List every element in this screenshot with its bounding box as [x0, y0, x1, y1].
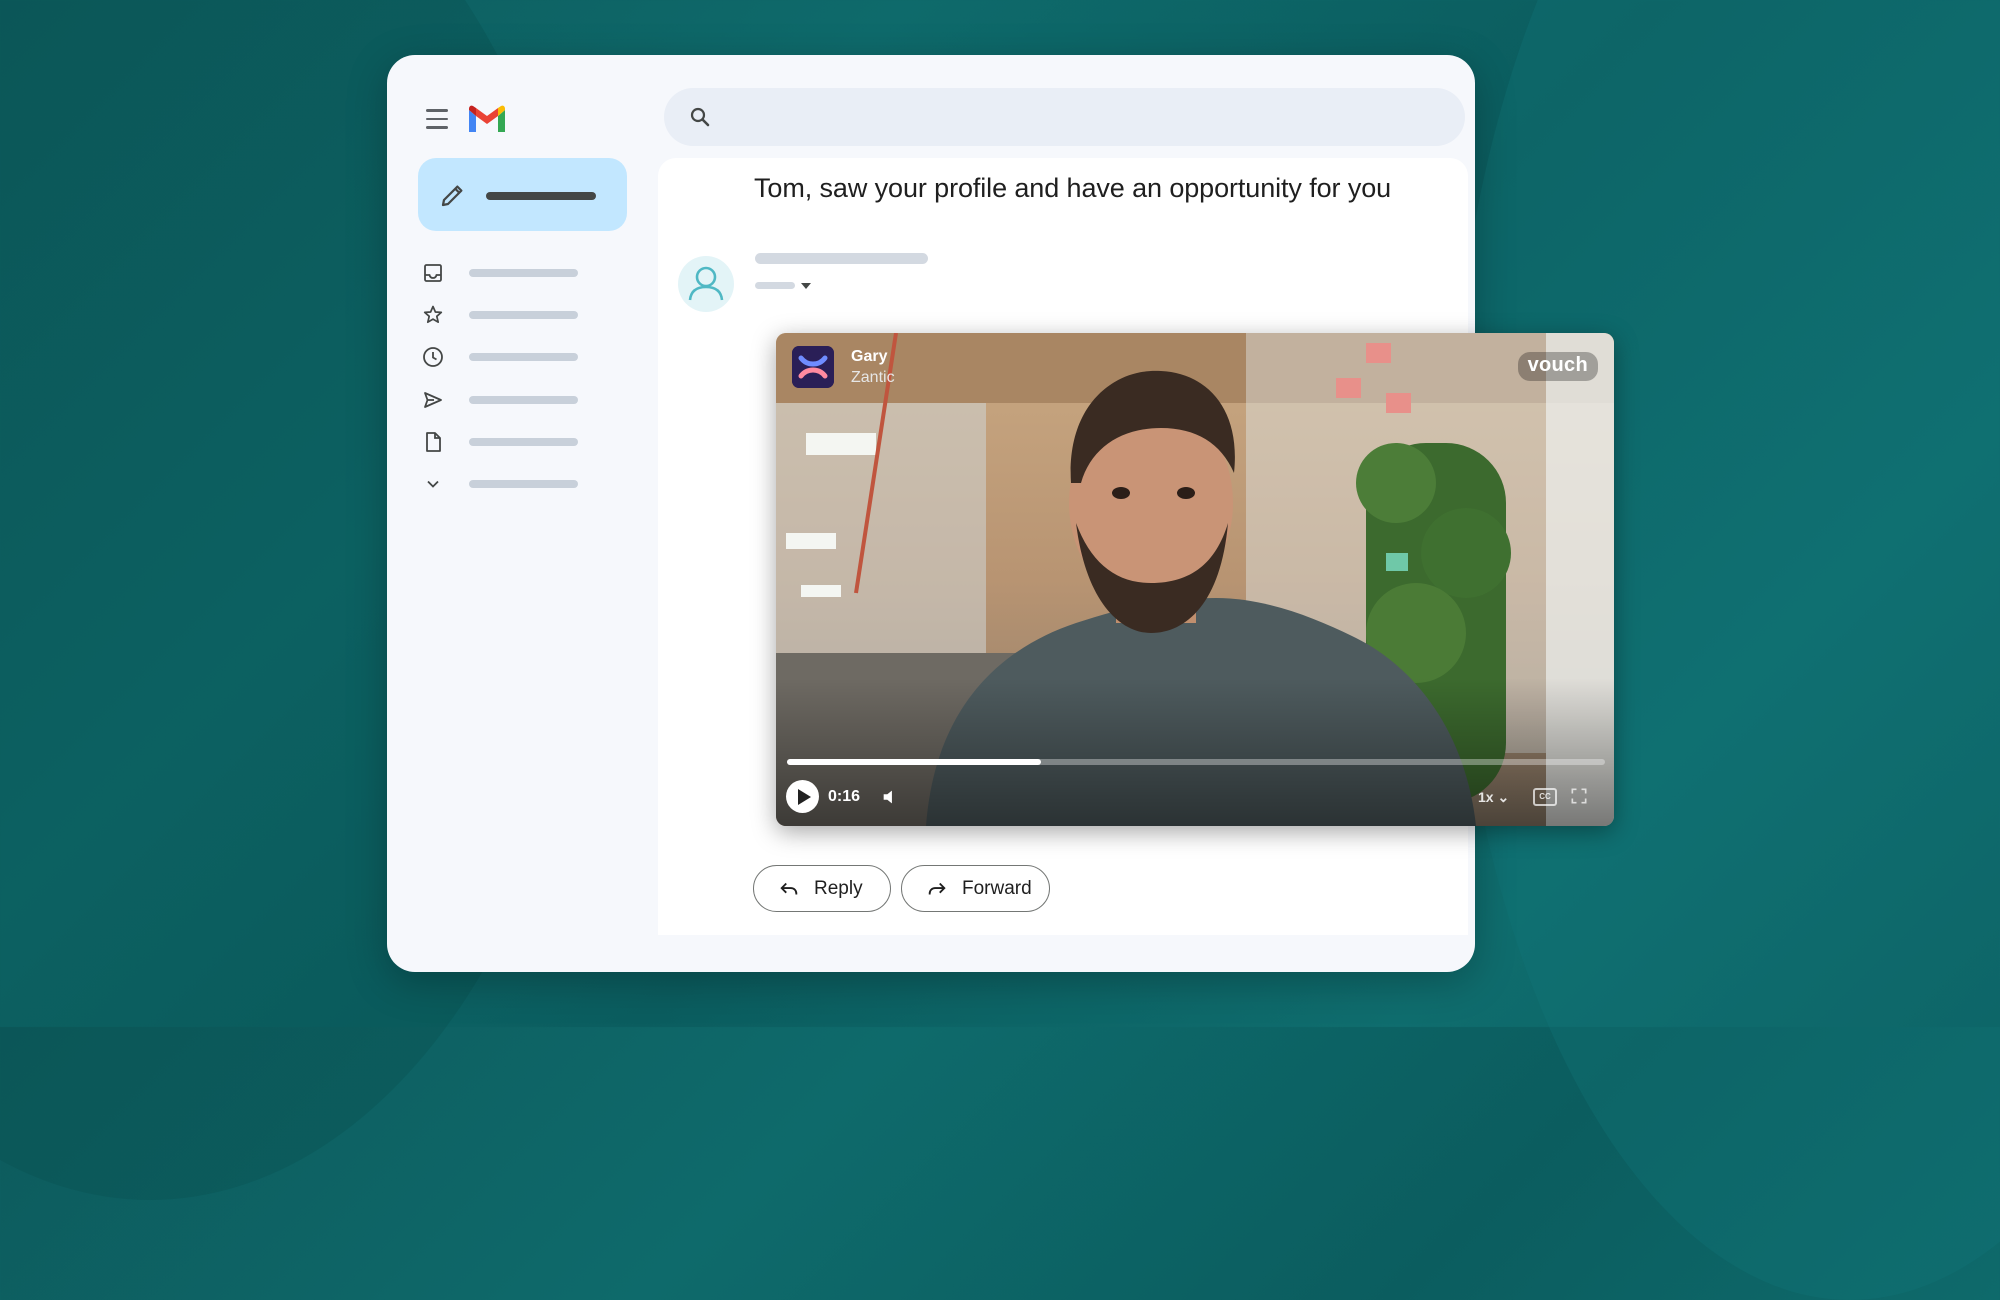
sender-name-placeholder	[755, 253, 928, 264]
star-icon	[423, 305, 443, 324]
sidebar-item-label	[469, 353, 578, 361]
reply-button[interactable]: Reply	[753, 865, 891, 912]
vouch-brand-badge: vouch	[1517, 352, 1598, 381]
search-icon	[690, 107, 710, 127]
sidebar-item-label	[469, 480, 578, 488]
compose-label-placeholder	[486, 192, 596, 200]
zantic-logo	[792, 346, 834, 388]
gmail-logo[interactable]	[467, 101, 507, 137]
video-progress-fill	[787, 759, 1041, 765]
sidebar-item-starred[interactable]	[421, 300, 601, 330]
reply-label: Reply	[814, 877, 863, 899]
inbox-icon	[424, 264, 442, 282]
person-icon	[688, 266, 724, 301]
email-subject: Tom, saw your profile and have an opport…	[754, 173, 1392, 203]
play-button[interactable]	[786, 780, 819, 813]
video-player[interactable]: Gary Zantic vouch 0:16 1x ⌄ CC	[776, 333, 1614, 826]
sidebar-item-label	[469, 438, 578, 446]
clock-icon	[423, 347, 443, 367]
sidebar-item-drafts[interactable]	[421, 427, 601, 457]
video-sender-company: Zantic	[851, 369, 895, 386]
hamburger-menu-icon[interactable]	[423, 105, 451, 133]
forward-button[interactable]: Forward	[901, 865, 1050, 912]
search-input[interactable]	[664, 88, 1465, 146]
reply-icon	[780, 882, 798, 894]
forward-label: Forward	[962, 877, 1032, 899]
recipient-placeholder	[755, 282, 795, 289]
sidebar-item-sent[interactable]	[421, 385, 601, 415]
fullscreen-icon[interactable]	[1569, 786, 1589, 806]
video-frame	[776, 333, 1614, 826]
caret-down-icon[interactable]	[801, 283, 811, 289]
sidebar-item-label	[469, 396, 578, 404]
chevron-down-icon	[427, 480, 439, 488]
captions-button[interactable]: CC	[1533, 788, 1557, 806]
file-icon	[426, 432, 441, 452]
sidebar-item-snoozed[interactable]	[421, 342, 601, 372]
pencil-icon	[441, 185, 463, 207]
sidebar-item-more[interactable]	[421, 469, 601, 499]
video-time: 0:16	[828, 788, 861, 805]
sidebar-item-inbox[interactable]	[421, 258, 601, 288]
sidebar-item-label	[469, 269, 578, 277]
video-progress-bar[interactable]	[787, 759, 1605, 765]
volume-icon[interactable]	[880, 786, 902, 808]
sender-avatar[interactable]	[678, 256, 734, 312]
video-sender-name: Gary	[851, 348, 888, 365]
send-icon	[424, 392, 442, 408]
forward-icon	[928, 882, 946, 894]
compose-button[interactable]	[418, 158, 627, 231]
sidebar-item-label	[469, 311, 578, 319]
playback-speed-value: 1x	[1478, 789, 1494, 805]
playback-speed-select[interactable]: 1x ⌄	[1478, 789, 1509, 806]
